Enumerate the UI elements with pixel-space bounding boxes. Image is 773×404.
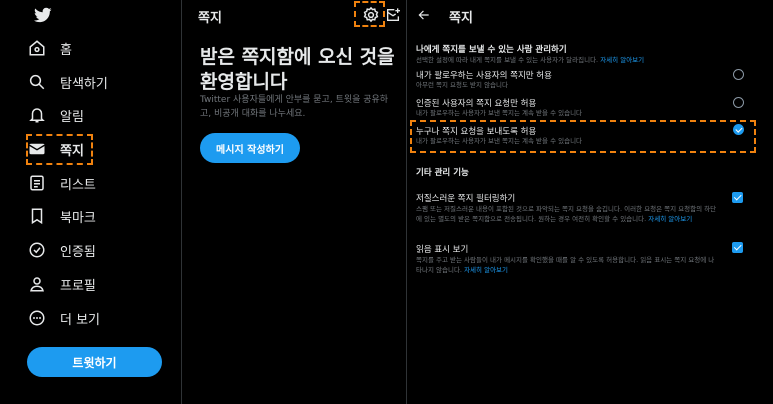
option-description: 내가 팔로우하는 사용자가 보낸 쪽지는 계속 받을 수 있습니다 — [416, 109, 583, 117]
learn-more-link[interactable]: 자세히 알아보기 — [648, 215, 692, 223]
new-message-icon[interactable] — [385, 7, 401, 23]
nav-item-profile[interactable]: 프로필 — [28, 270, 96, 298]
nav-label: 북마크 — [60, 210, 96, 226]
nav-label: 리스트 — [60, 177, 96, 193]
radio-following-only[interactable] — [733, 69, 744, 80]
nav-label: 알림 — [60, 109, 84, 125]
read-receipts-description-line2: 타나지 않습니다. 자세히 알아보기 — [416, 266, 509, 274]
section-description: 선택한 설정에 따라 내게 쪽지를 보낼 수 있는 사용자가 달라집니다. 자세… — [416, 56, 645, 64]
nav-label: 인증됨 — [60, 244, 96, 260]
checkbox-read-receipts[interactable] — [732, 242, 743, 253]
verified-badge-icon — [29, 242, 45, 258]
nav-label: 쪽지 — [60, 143, 84, 159]
filter-description-line1: 스팸 또는 저질스러운 내용이 포함된 것으로 파악되는 쪽지 요청을 숨깁니다… — [416, 205, 717, 213]
nav-label: 더 보기 — [60, 312, 101, 328]
nav-item-notifications[interactable]: 알림 — [28, 101, 84, 129]
write-message-button[interactable]: 메시지 작성하기 — [200, 133, 300, 163]
welcome-description: Twitter 사용자들에게 안부를 묻고, 트윗을 공유하고, 비공개 대화를… — [200, 95, 389, 119]
section-heading-other: 기타 관리 기능 — [416, 168, 469, 178]
person-icon — [30, 277, 44, 292]
option-label-following-only: 내가 팔로우하는 사용자의 쪽지만 허용 — [416, 71, 552, 81]
tweet-button[interactable]: 트윗하기 — [27, 347, 162, 377]
more-circle-icon — [29, 310, 45, 326]
settings-title: 쪽지 — [449, 11, 473, 26]
nav-item-explore[interactable]: 탐색하기 — [28, 68, 108, 96]
nav-label: 프로필 — [60, 278, 96, 294]
messages-panel: 쪽지 받은 쪽지함에 오신 것을 환영합니다 Twitter 사용자들에게 안부… — [182, 0, 407, 404]
envelope-icon — [29, 143, 45, 155]
option-description: 내가 팔로우하는 사용자가 보낸 쪽지는 계속 받을 수 있습니다 — [416, 137, 583, 145]
bell-icon — [29, 108, 45, 123]
checkbox-filter-low-quality[interactable] — [732, 192, 743, 203]
twitter-logo-icon[interactable] — [33, 6, 53, 24]
sidebar: 홈 탐색하기 알림 쪽지 리스트 북마크 인증됨 프로필 더 보기 트윗하기 — [0, 0, 182, 404]
learn-more-link[interactable]: 자세히 알아보기 — [464, 266, 508, 274]
gear-icon[interactable] — [362, 6, 380, 24]
section-heading-who-can-message: 나에게 쪽지를 보낼 수 있는 사람 관리하기 — [416, 45, 567, 55]
option-label-read-receipts: 읽음 표시 보기 — [416, 245, 469, 255]
nav-item-more[interactable]: 더 보기 — [28, 304, 100, 332]
filter-description-line2: 에 있는 별도의 받은 쪽지함으로 전송됩니다. 원하는 경우 여전히 확인할 … — [416, 215, 693, 223]
nav-item-messages[interactable]: 쪽지 — [28, 135, 84, 163]
page-title: 쪽지 — [198, 11, 222, 26]
option-label-verified-only: 인증된 사용자의 쪽지 요청만 허용 — [416, 99, 537, 109]
nav-item-verified[interactable]: 인증됨 — [28, 236, 96, 264]
search-icon — [29, 74, 45, 90]
nav-label: 탐색하기 — [60, 76, 108, 92]
option-label-filter: 저질스러운 쪽지 필터링하기 — [416, 194, 516, 204]
message-settings-panel: 쪽지 나에게 쪽지를 보낼 수 있는 사람 관리하기 선택한 설정에 따라 내게… — [407, 0, 773, 404]
option-description: 아무런 쪽지 요청도 받지 않습니다 — [416, 81, 508, 89]
home-icon — [29, 40, 45, 56]
nav-item-bookmarks[interactable]: 북마크 — [28, 202, 96, 230]
radio-everyone[interactable] — [733, 124, 744, 135]
welcome-title: 받은 쪽지함에 오신 것을 환영합니다 — [200, 46, 395, 93]
bookmark-icon — [31, 208, 43, 225]
learn-more-link[interactable]: 자세히 알아보기 — [600, 56, 644, 64]
nav-label: 홈 — [60, 42, 72, 58]
back-arrow-icon[interactable] — [417, 8, 431, 22]
nav-item-home[interactable]: 홈 — [28, 34, 72, 62]
option-label-everyone: 누구나 쪽지 요청을 보내도록 허용 — [416, 127, 537, 137]
list-icon — [30, 175, 44, 191]
radio-verified-only[interactable] — [733, 97, 744, 108]
nav-item-lists[interactable]: 리스트 — [28, 169, 96, 197]
read-receipts-description-line1: 쪽지를 주고 받는 사람들이 내가 메시지를 확인했을 때를 알 수 있도록 허… — [416, 256, 715, 264]
